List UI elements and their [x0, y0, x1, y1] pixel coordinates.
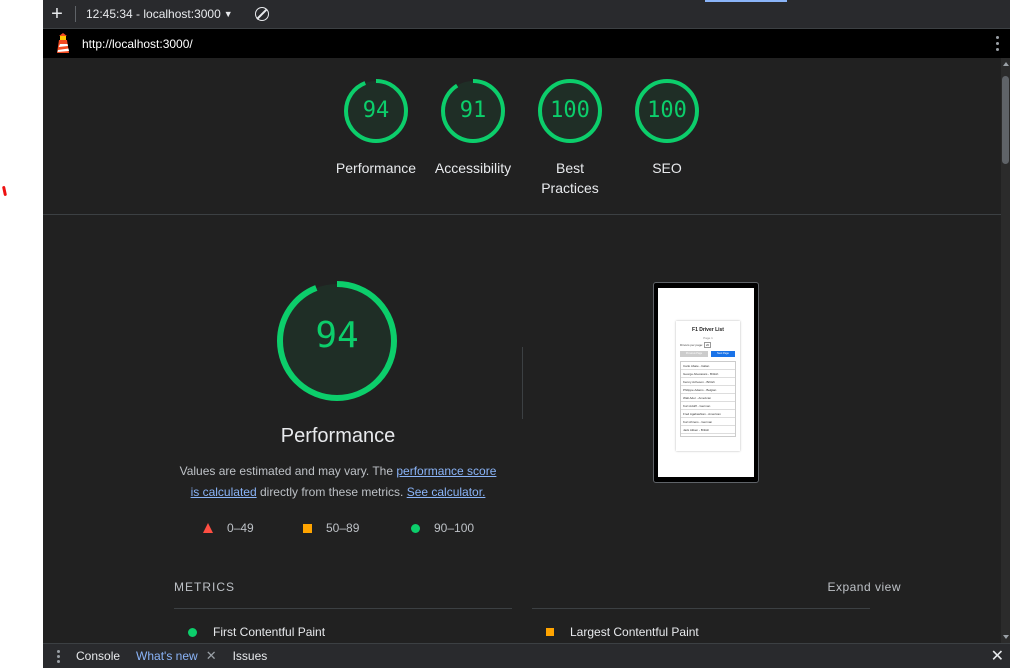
screenshot-page-number: Page 1: [703, 336, 713, 340]
metric-largest-contentful-paint: Largest Contentful Paint: [546, 625, 699, 639]
metrics-divider: [174, 608, 512, 609]
legend-range: 0–49: [227, 521, 254, 535]
metric-first-contentful-paint: First Contentful Paint: [188, 625, 325, 639]
legend-fail: 0–49: [203, 521, 254, 535]
close-tab-icon[interactable]: ✕: [206, 648, 217, 664]
report-scrollbar[interactable]: [1001, 58, 1010, 643]
screenshot-row: Kurt Adolff - German: [681, 402, 735, 410]
plus-icon[interactable]: +: [43, 0, 71, 28]
performance-title: Performance: [280, 425, 396, 447]
column-divider: [522, 347, 523, 419]
tab-whats-new[interactable]: What's new: [136, 649, 198, 663]
gauge-best-practices[interactable]: 100 Best Practices: [520, 78, 620, 198]
gauge-performance[interactable]: 94 Performance: [326, 78, 426, 178]
screenshot-row: Kenny Acheson - British: [681, 378, 735, 386]
devtools-drawer: Console What's new ✕ Issues ✕: [43, 643, 1010, 668]
kebab-menu-icon[interactable]: [996, 36, 1000, 51]
score-gauges: 94 Performance 91 Accessibility 100 Best…: [43, 58, 1001, 215]
screenshot-row: George Abecassis - British: [681, 370, 735, 378]
screenshot-driver-list: Carlo Abate - Italian George Abecassis -…: [680, 361, 736, 437]
screenshot-next-button: Next Page: [711, 351, 735, 357]
gauge-score: 94: [362, 98, 390, 123]
legend-average: 50–89: [303, 521, 359, 535]
screenshot-title: F1 Driver List: [692, 327, 724, 333]
performance-gauge: 94: [275, 279, 399, 403]
screenshot-prev-button: Previous Page: [680, 351, 708, 357]
performance-score: 94: [315, 315, 359, 356]
lighthouse-icon: [57, 32, 69, 53]
tab-issues[interactable]: Issues: [233, 649, 268, 663]
scrollbar-thumb[interactable]: [1002, 76, 1009, 164]
link-text-b: is calculated: [190, 485, 257, 499]
stray-mark: [1, 185, 8, 197]
lighthouse-toolbar: + 12:45:34 - localhost:3000 ▼: [43, 0, 1010, 29]
gauge-label: Accessibility: [434, 160, 512, 176]
screenshot-card: F1 Driver List Page 1 Drivers per page: …: [676, 321, 740, 451]
devtools-panel: + 12:45:34 - localhost:3000 ▼ http://loc…: [43, 0, 1010, 668]
screenshot-row: Jack Aitken - British: [681, 426, 735, 434]
fail-triangle-icon: [203, 523, 213, 533]
gauge-label-line2: Practices: [541, 180, 599, 196]
lighthouse-report: 94 Performance 91 Accessibility 100 Best…: [43, 58, 1001, 643]
drawer-menu-icon[interactable]: [57, 649, 60, 663]
report-url-bar: http://localhost:3000/: [43, 29, 1010, 58]
gauge-label: SEO: [652, 160, 682, 176]
clear-icon[interactable]: [254, 7, 269, 21]
gauge-accessibility[interactable]: 91 Accessibility: [423, 78, 523, 178]
report-selector[interactable]: 12:45:34 - localhost:3000 ▼: [82, 7, 237, 21]
report-label: 12:45:34 - localhost:3000: [86, 7, 221, 21]
gauge-label-line1: Best: [555, 160, 584, 176]
screenshot-row: Carlo Abate - Italian: [681, 362, 735, 370]
metric-label: First Contentful Paint: [213, 625, 326, 639]
link-text-a: performance score: [396, 464, 497, 478]
performance-summary: 94 Performance Values are estimated and …: [43, 215, 523, 535]
screenshot-page: F1 Driver List Page 1 Drivers per page: …: [658, 288, 754, 477]
performance-description: Values are estimated and may vary. The p…: [173, 461, 503, 503]
per-page-value: 20: [703, 342, 712, 348]
see-calculator-link[interactable]: See calculator.: [407, 485, 486, 499]
legend-range: 90–100: [434, 521, 475, 535]
legend-pass: 90–100: [411, 521, 474, 535]
pass-circle-icon: [411, 523, 420, 533]
metric-label: Largest Contentful Paint: [570, 625, 699, 639]
toolbar-accent-bar: [705, 0, 787, 2]
screenshot-row: Philippe Adams - Belgian: [681, 386, 735, 394]
gauge-label: Best Practices: [520, 158, 620, 198]
screenshot-row: Walt Ader - American: [681, 394, 735, 402]
scroll-up-icon[interactable]: [1003, 62, 1009, 66]
caret-down-icon: ▼: [223, 9, 233, 19]
gauge-seo[interactable]: 100 SEO: [617, 78, 717, 178]
metrics-heading: METRICS: [174, 580, 235, 594]
screenshot-per-page: Drivers per page: 20: [680, 342, 740, 348]
scroll-down-icon[interactable]: [1003, 635, 1009, 639]
gauge-score: 91: [459, 98, 487, 123]
screenshot-buttons: Previous Page Next Page: [680, 351, 740, 357]
report-url[interactable]: http://localhost:3000/: [82, 37, 193, 51]
close-drawer-icon[interactable]: ✕: [991, 646, 1004, 666]
gauge-score: 100: [647, 98, 687, 123]
gauge-label: Performance: [335, 160, 417, 176]
metrics-divider: [532, 608, 870, 609]
desc-text-1: Values are estimated and may vary. The: [179, 464, 397, 478]
expand-view-toggle[interactable]: Expand view: [827, 580, 901, 594]
average-square-icon: [303, 523, 312, 533]
toolbar-separator: [75, 6, 76, 22]
screenshot-row: Kurt Ahrens - German: [681, 418, 735, 426]
average-square-icon: [546, 628, 554, 636]
tab-console[interactable]: Console: [76, 649, 120, 663]
gauge-score: 100: [550, 98, 590, 123]
pass-circle-icon: [188, 627, 197, 637]
legend-range: 50–89: [326, 521, 360, 535]
per-page-label: Drivers per page:: [680, 343, 704, 347]
desc-text-2: directly from these metrics.: [256, 485, 407, 499]
screenshot-row: Fred Agabashian - American: [681, 410, 735, 418]
final-screenshot[interactable]: F1 Driver List Page 1 Drivers per page: …: [653, 282, 759, 483]
